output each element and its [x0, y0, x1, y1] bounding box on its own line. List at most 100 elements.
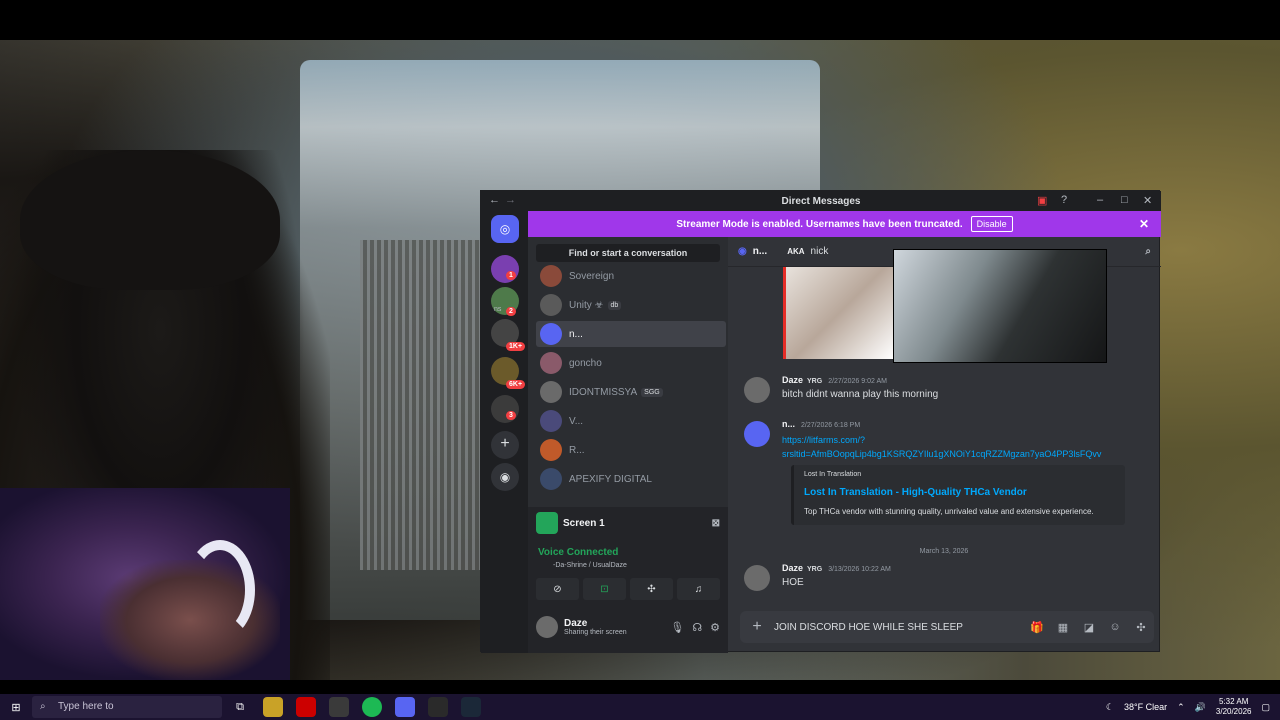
windows-start-icon[interactable]: ⊞	[6, 697, 26, 717]
message-input[interactable]: JOIN DISCORD HOE WHILE SHE SLEEP	[774, 622, 1024, 633]
message: Daze YRG 2/27/2026 9:02 AM bitch didnt wan…	[744, 375, 1144, 405]
maximize-icon[interactable]: □	[1121, 194, 1128, 206]
date-divider: March 13, 2026	[919, 548, 969, 555]
share-screen-icon[interactable]: ⊡	[583, 578, 626, 600]
badge: 1K+	[506, 342, 526, 351]
avatar	[540, 381, 562, 403]
avatar[interactable]	[744, 421, 770, 447]
clock[interactable]: 5:32 AM 3/20/2026	[1216, 697, 1252, 717]
message-time: 3/13/2026 10:22 AM	[828, 566, 891, 573]
avatar[interactable]	[536, 616, 558, 638]
dm-name: goncho	[569, 357, 602, 369]
chevron-up-icon[interactable]: ⌃	[1177, 702, 1185, 713]
system-tray: ☾ 38°F Clear ⌃ 🔊 5:32 AM 3/20/2026 ▢	[1106, 694, 1270, 720]
avatar[interactable]	[744, 565, 770, 591]
user-status: Sharing their screen	[564, 629, 627, 636]
aka-label: AKA	[787, 247, 805, 256]
avatar	[540, 323, 562, 345]
picture-in-picture-stream[interactable]	[893, 249, 1107, 363]
inbox-icon[interactable]: ▣	[1037, 194, 1047, 207]
camera-off-icon[interactable]: ⊘	[536, 578, 579, 600]
voice-channel-label[interactable]: -Da-Shrine / UsualDaze	[553, 562, 627, 569]
emoji-icon[interactable]: ☺	[1102, 621, 1128, 633]
stop-share-icon[interactable]: ⊠	[712, 518, 720, 529]
banner-close-icon[interactable]: ✕	[1139, 217, 1149, 231]
gift-icon[interactable]: 🎁	[1024, 621, 1050, 634]
dm-tag: db	[607, 300, 622, 310]
role-tag: YRG	[807, 566, 823, 573]
disable-button[interactable]: Disable	[970, 216, 1013, 232]
message: n... 2/27/2026 6:18 PM https://litfarms.c…	[744, 419, 1144, 463]
title-bar: ← → Direct Messages ▣ ? – □ ✕	[481, 191, 1161, 211]
badge: 1	[506, 271, 516, 280]
headset	[185, 540, 255, 640]
message-link[interactable]: https://litfarms.com/? srsltid=AfmBOopqLi…	[782, 433, 1101, 461]
add-server-icon[interactable]: +	[491, 431, 519, 459]
image-attachment[interactable]	[783, 267, 893, 359]
activities-icon[interactable]: ✣	[630, 578, 673, 600]
search-icon[interactable]: ⌕	[1145, 246, 1151, 257]
server-folder-icon[interactable]	[491, 395, 519, 423]
discord-home-icon[interactable]: ◎	[491, 215, 519, 243]
gif-icon[interactable]: ▦	[1050, 621, 1076, 634]
badge: 6K+	[506, 380, 526, 389]
screen-share-item[interactable]: Screen 1 ⊠	[536, 510, 720, 536]
dm-item[interactable]: goncho	[536, 350, 726, 376]
streamer-mode-banner: Streamer Mode is enabled. Usernames have…	[528, 211, 1161, 237]
speaker-icon[interactable]: 🔊	[1195, 702, 1206, 713]
nick-label: nick	[810, 246, 829, 257]
banner-text: Streamer Mode is enabled. Usernames have…	[676, 218, 963, 230]
embed-title[interactable]: Lost In Translation - High-Quality THCa …	[804, 487, 1027, 498]
task-view-icon[interactable]: ⧉	[230, 697, 250, 717]
obs-icon[interactable]	[428, 697, 448, 717]
message-text: bitch didnt wanna play this morning	[782, 389, 939, 400]
search-placeholder: Type here to	[58, 701, 114, 712]
screen-label: Screen 1	[563, 517, 605, 529]
mic-icon[interactable]: 🎙	[670, 621, 684, 634]
help-icon[interactable]: ?	[1061, 194, 1067, 206]
headphones-icon[interactable]: ☊	[692, 621, 702, 634]
soundboard-icon[interactable]: ♫	[677, 578, 720, 600]
avatar[interactable]	[744, 377, 770, 403]
discord-window: ← → Direct Messages ▣ ? – □ ✕ Streamer M…	[480, 190, 1161, 653]
notifications-icon[interactable]: ▢	[1261, 702, 1270, 713]
link-embed: Lost In Translation Lost In Translation …	[791, 465, 1125, 525]
dm-item[interactable]: n...	[536, 321, 726, 347]
role-tag: YRG	[807, 378, 823, 385]
explore-icon[interactable]: ◉	[491, 463, 519, 491]
add-attachment-icon[interactable]: +	[740, 618, 774, 636]
discord-icon[interactable]	[395, 697, 415, 717]
file-explorer-icon[interactable]	[263, 697, 283, 717]
avatar	[540, 352, 562, 374]
settings-gear-icon[interactable]: ⚙	[710, 621, 720, 634]
dm-item[interactable]: R...	[536, 437, 726, 463]
app-icon[interactable]	[296, 697, 316, 717]
voice-buttons: ⊘ ⊡ ✣ ♫	[536, 578, 720, 600]
dm-item[interactable]: V...	[536, 408, 726, 434]
store-icon[interactable]	[329, 697, 349, 717]
weather-text[interactable]: 38°F Clear	[1124, 702, 1167, 712]
steam-icon[interactable]	[461, 697, 481, 717]
taskbar-search[interactable]: ⌕ Type here to	[32, 696, 222, 718]
apps-icon[interactable]: ✣	[1128, 621, 1154, 634]
minimize-icon[interactable]: –	[1097, 194, 1103, 206]
dm-name: IDONTMISSYA	[569, 386, 638, 398]
find-conversation-button[interactable]: Find or start a conversation	[536, 244, 720, 262]
voice-connected-label[interactable]: Voice Connected	[538, 547, 618, 558]
dm-item[interactable]: APEXIFY DIGITAL	[536, 466, 726, 492]
dm-item[interactable]: IDONTMISSYA SGG	[536, 379, 726, 405]
sticker-icon[interactable]: ◪	[1076, 621, 1102, 634]
message: Daze YRG 3/13/2026 10:22 AM HOE	[744, 563, 1144, 593]
dm-list: Find or start a conversation Sovereign U…	[528, 237, 728, 507]
message-author[interactable]: Daze	[782, 375, 803, 385]
message-author[interactable]: Daze	[782, 563, 803, 573]
dm-item[interactable]: Unity ☣ db	[536, 292, 726, 318]
message-author[interactable]: n...	[782, 419, 795, 429]
embed-provider: Lost In Translation	[804, 471, 862, 478]
dm-item[interactable]: Sovereign	[536, 263, 726, 289]
close-icon[interactable]: ✕	[1143, 194, 1152, 207]
search-icon: ⌕	[40, 701, 46, 712]
server-icon[interactable]	[491, 255, 519, 283]
spotify-icon[interactable]	[362, 697, 382, 717]
server-label: ns	[494, 306, 502, 313]
